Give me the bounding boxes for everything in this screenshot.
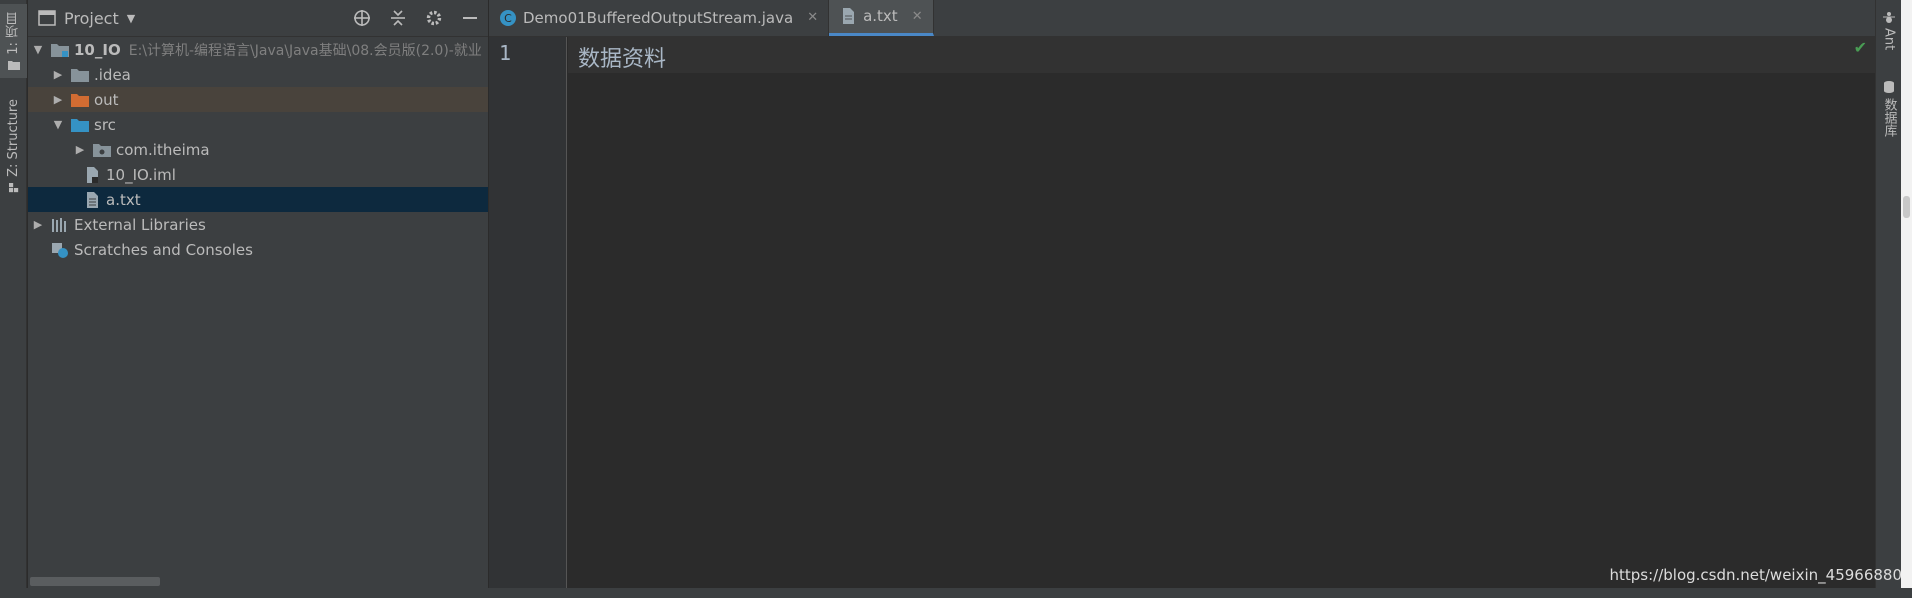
check-icon[interactable]: ✔ xyxy=(1854,38,1867,57)
tree-node-label: src xyxy=(94,115,116,134)
text-file-icon xyxy=(843,8,855,24)
tree-node-label: .idea xyxy=(94,65,131,84)
project-tool-tab-label: 1: 项目 xyxy=(6,11,21,55)
chevron-down-icon[interactable]: ▼ xyxy=(127,12,135,25)
collapsed-arrow-icon[interactable]: ▶ xyxy=(52,93,64,106)
code-area[interactable]: 数据资料 xyxy=(568,37,1875,598)
ant-icon xyxy=(1883,12,1895,23)
outer-scrollbar[interactable] xyxy=(1901,0,1912,598)
ant-tool-tab-label: Ant xyxy=(1881,28,1897,51)
database-tool-tab-label: 数据库 xyxy=(1881,98,1897,137)
project-window-icon xyxy=(38,10,56,26)
structure-tool-tab-label: Z: Structure xyxy=(6,99,21,177)
database-tool-tab[interactable]: 数据库 xyxy=(1876,80,1902,137)
svg-text:C: C xyxy=(504,12,512,25)
right-tool-strip: Ant 数据库 xyxy=(1875,0,1901,598)
collapsed-arrow-icon[interactable]: ▶ xyxy=(74,143,86,156)
tree-node-package[interactable]: ▶ com.itheima xyxy=(28,137,488,162)
tree-node-iml[interactable]: 10_IO.iml xyxy=(28,162,488,187)
tree-node-label: 10_IO.iml xyxy=(106,165,176,184)
tree-node-src[interactable]: ▼ src xyxy=(28,112,488,137)
iml-file-icon xyxy=(87,166,98,183)
folder-icon xyxy=(71,68,89,82)
expand-arrow-icon[interactable]: ▼ xyxy=(32,43,44,56)
tree-node-external-libraries[interactable]: ▶ External Libraries xyxy=(28,212,488,237)
tree-node-label: com.itheima xyxy=(116,140,210,159)
minimize-icon[interactable] xyxy=(460,8,480,28)
collapsed-arrow-icon[interactable]: ▶ xyxy=(32,218,44,231)
gear-icon[interactable] xyxy=(424,8,444,28)
tab-label: a.txt xyxy=(863,7,898,25)
tree-node-out[interactable]: ▶ out xyxy=(28,87,488,112)
collapsed-arrow-icon[interactable]: ▶ xyxy=(52,68,64,81)
scratches-icon xyxy=(52,242,68,258)
excluded-folder-icon xyxy=(71,93,89,107)
scrollbar-thumb[interactable] xyxy=(30,577,160,586)
line-number: 1 xyxy=(499,41,512,65)
libraries-icon xyxy=(52,217,66,232)
structure-tool-tab[interactable]: Z: Structure xyxy=(0,96,27,196)
code-line[interactable]: 数据资料 xyxy=(578,41,666,73)
tree-node-label: a.txt xyxy=(106,190,141,209)
project-panel: Project ▼ ▼ 10_IO E:\计算机-编程语言\Java\Java基… xyxy=(28,0,488,598)
line-number-gutter: 1 xyxy=(489,37,567,598)
module-folder-icon xyxy=(51,43,69,57)
project-tool-tab[interactable]: 1: 项目 xyxy=(0,4,27,78)
close-icon[interactable]: ✕ xyxy=(912,9,923,24)
watermark: https://blog.csdn.net/weixin_45966880 xyxy=(1609,566,1902,584)
close-icon[interactable]: ✕ xyxy=(807,10,818,25)
database-icon xyxy=(1884,81,1894,93)
bottom-bar xyxy=(0,588,1912,598)
tab-a-txt[interactable]: a.txt ✕ xyxy=(829,0,934,36)
tree-node-module[interactable]: ▼ 10_IO E:\计算机-编程语言\Java\Java基础\08.会员版(2… xyxy=(28,37,488,62)
java-class-icon: C xyxy=(500,9,516,26)
current-line-highlight xyxy=(568,37,1875,73)
tree-node-label: out xyxy=(94,90,119,109)
structure-icon xyxy=(8,182,18,193)
editor-tabs: C Demo01BufferedOutputStream.java ✕ a.tx… xyxy=(489,0,1875,37)
project-panel-title[interactable]: Project xyxy=(64,9,119,28)
left-tool-strip: 1: 项目 Z: Structure xyxy=(0,0,27,598)
ant-tool-tab[interactable]: Ant xyxy=(1876,10,1902,50)
folder-icon xyxy=(7,61,20,71)
horizontal-scrollbar[interactable] xyxy=(28,576,488,586)
expand-arrow-icon[interactable]: ▼ xyxy=(52,118,64,131)
module-path: E:\计算机-编程语言\Java\Java基础\08.会员版(2.0)-就业 xyxy=(128,42,482,59)
package-icon xyxy=(93,143,111,157)
tree-node-scratches[interactable]: Scratches and Consoles xyxy=(28,237,488,262)
editor: C Demo01BufferedOutputStream.java ✕ a.tx… xyxy=(489,0,1875,598)
tree-node-idea[interactable]: ▶ .idea xyxy=(28,62,488,87)
crosshair-icon[interactable] xyxy=(352,8,372,28)
outer-scrollbar-thumb[interactable] xyxy=(1903,196,1910,218)
tree-node-label: External Libraries xyxy=(74,215,206,234)
text-file-icon xyxy=(87,191,98,208)
project-tree: ▼ 10_IO E:\计算机-编程语言\Java\Java基础\08.会员版(2… xyxy=(28,37,488,262)
module-name: 10_IO xyxy=(74,40,121,59)
tree-node-a-txt[interactable]: a.txt xyxy=(28,187,488,212)
collapse-all-icon[interactable] xyxy=(388,8,408,28)
tree-node-label: Scratches and Consoles xyxy=(74,240,253,259)
tab-demo01[interactable]: C Demo01BufferedOutputStream.java ✕ xyxy=(489,0,830,36)
source-folder-icon xyxy=(71,118,89,132)
tab-label: Demo01BufferedOutputStream.java xyxy=(523,8,794,27)
